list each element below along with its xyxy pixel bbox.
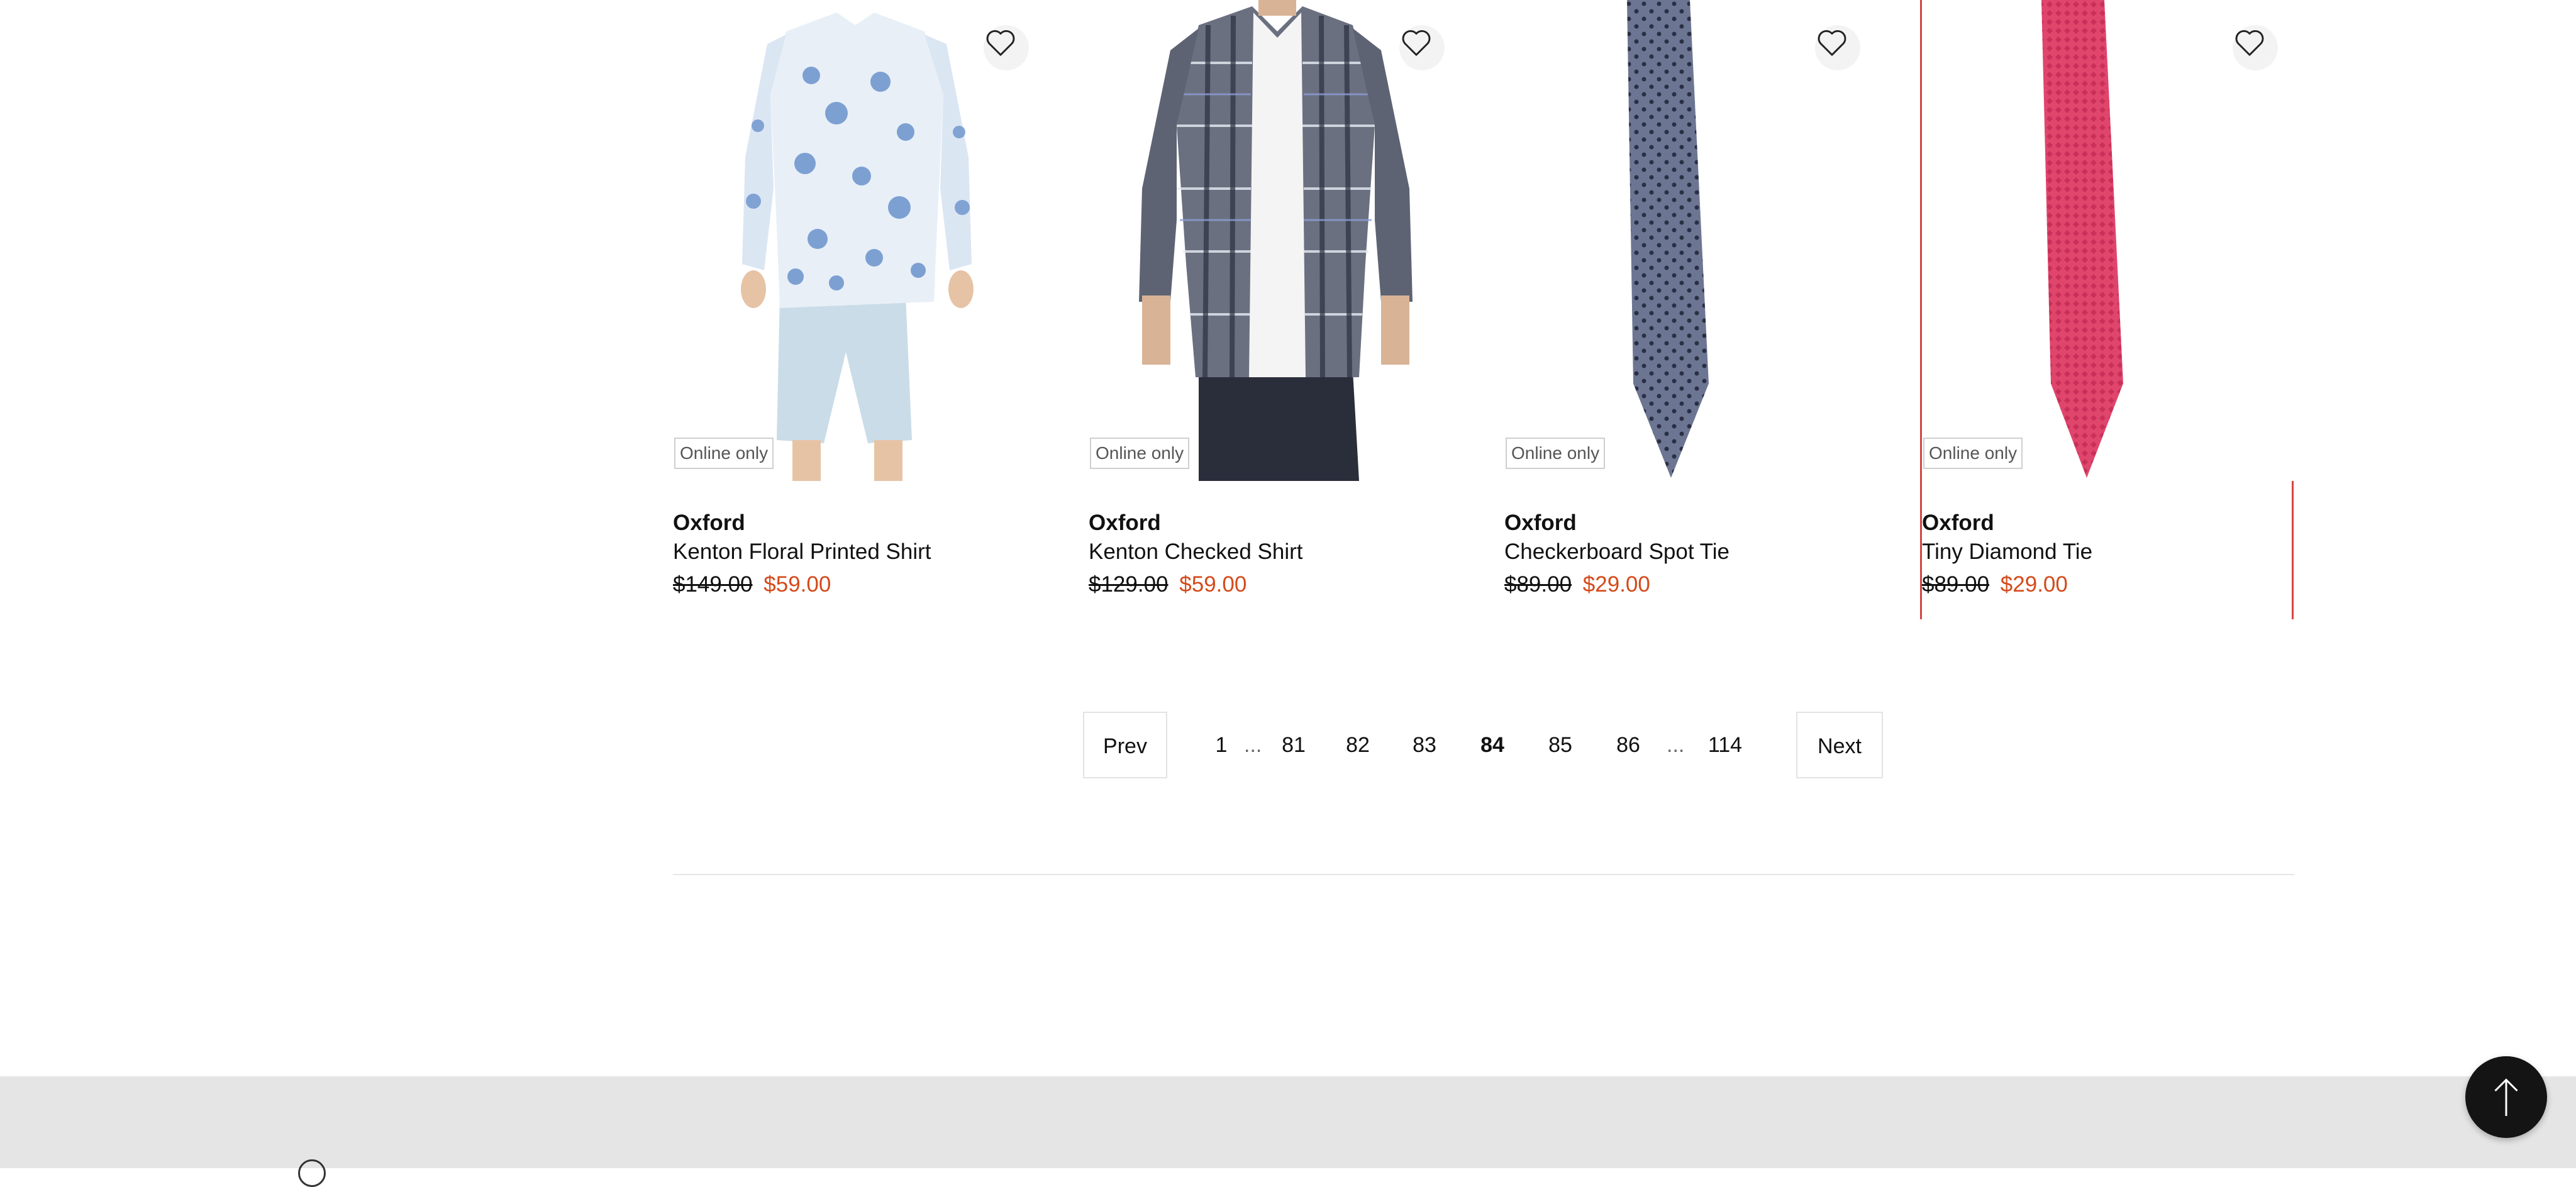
- original-price: $129.00: [1089, 572, 1169, 597]
- product-card[interactable]: Online only Oxford Checkerboard Spot Tie…: [1504, 0, 1878, 619]
- tie-red-image: [2041, 0, 2123, 478]
- next-page-button[interactable]: Next: [1796, 712, 1883, 778]
- product-brand: Oxford: [1922, 511, 1994, 535]
- product-image[interactable]: Online only: [1089, 0, 1462, 481]
- product-name[interactable]: Kenton Floral Printed Shirt: [673, 539, 931, 565]
- heart-icon: [1402, 30, 1431, 56]
- shirt-floral-image: [741, 13, 974, 481]
- sale-price: $29.00: [2000, 572, 2068, 597]
- original-price: $89.00: [1504, 572, 1572, 597]
- product-image[interactable]: Online only: [1922, 0, 2296, 481]
- product-card[interactable]: Online only Oxford Kenton Floral Printed…: [673, 0, 1046, 619]
- page-link-current[interactable]: 84: [1477, 712, 1508, 778]
- online-only-badge: Online only: [1090, 438, 1190, 469]
- wishlist-button[interactable]: [2233, 25, 2278, 70]
- price-row: $89.00 $29.00: [1504, 572, 1650, 597]
- wishlist-button[interactable]: [984, 25, 1029, 70]
- arrow-up-icon: [2494, 1078, 2518, 1116]
- heart-icon: [2235, 30, 2264, 56]
- heart-icon: [986, 30, 1015, 56]
- page-link-81[interactable]: 81: [1278, 712, 1309, 778]
- sale-price: $59.00: [763, 572, 831, 597]
- heart-icon: [1818, 30, 1846, 56]
- back-to-top-button[interactable]: [2465, 1056, 2547, 1138]
- page-link-114[interactable]: 114: [1703, 712, 1747, 778]
- page-link-1[interactable]: 1: [1209, 712, 1234, 778]
- section-divider: [673, 874, 2294, 875]
- tie-blue-image: [1627, 0, 1709, 478]
- original-price: $149.00: [673, 572, 753, 597]
- product-image[interactable]: Online only: [1504, 0, 1878, 481]
- prev-page-button[interactable]: Prev: [1083, 712, 1167, 778]
- shirt-checked-image: [1139, 0, 1413, 481]
- footer-circle-icon: [298, 1159, 326, 1187]
- price-row: $129.00 $59.00: [1089, 572, 1246, 597]
- product-grid: Online only Oxford Kenton Floral Printed…: [673, 0, 2296, 622]
- price-row: $89.00 $29.00: [1922, 572, 2068, 597]
- original-price: $89.00: [1922, 572, 1990, 597]
- sale-price: $59.00: [1179, 572, 1247, 597]
- online-only-badge: Online only: [674, 438, 774, 469]
- product-name[interactable]: Kenton Checked Shirt: [1089, 539, 1302, 565]
- page-link-85[interactable]: 85: [1545, 712, 1576, 778]
- product-brand: Oxford: [1089, 511, 1161, 535]
- online-only-badge: Online only: [1923, 438, 2023, 469]
- page-link-83[interactable]: 83: [1409, 712, 1440, 778]
- product-name[interactable]: Checkerboard Spot Tie: [1504, 539, 1729, 565]
- wishlist-button[interactable]: [1815, 25, 1860, 70]
- footer: [0, 1076, 2576, 1187]
- product-card[interactable]: Online only Oxford Kenton Checked Shirt …: [1089, 0, 1462, 619]
- wishlist-button[interactable]: [1399, 25, 1445, 70]
- product-name[interactable]: Tiny Diamond Tie: [1922, 539, 2092, 565]
- sale-price: $29.00: [1582, 572, 1650, 597]
- online-only-badge: Online only: [1506, 438, 1606, 469]
- pagination-ellipsis: ...: [1667, 733, 1685, 757]
- product-brand: Oxford: [1504, 511, 1577, 535]
- product-image[interactable]: Online only: [673, 0, 1046, 481]
- product-card[interactable]: Online only Oxford Tiny Diamond Tie $89.…: [1920, 0, 2296, 619]
- pagination-ellipsis: ...: [1244, 733, 1262, 757]
- page-link-82[interactable]: 82: [1342, 712, 1374, 778]
- product-brand: Oxford: [673, 511, 745, 535]
- page-link-86[interactable]: 86: [1613, 712, 1644, 778]
- price-row: $149.00 $59.00: [673, 572, 831, 597]
- pagination: Prev 1 ... 81 82 83 84 85 86 ... 114 Nex…: [1083, 712, 1883, 778]
